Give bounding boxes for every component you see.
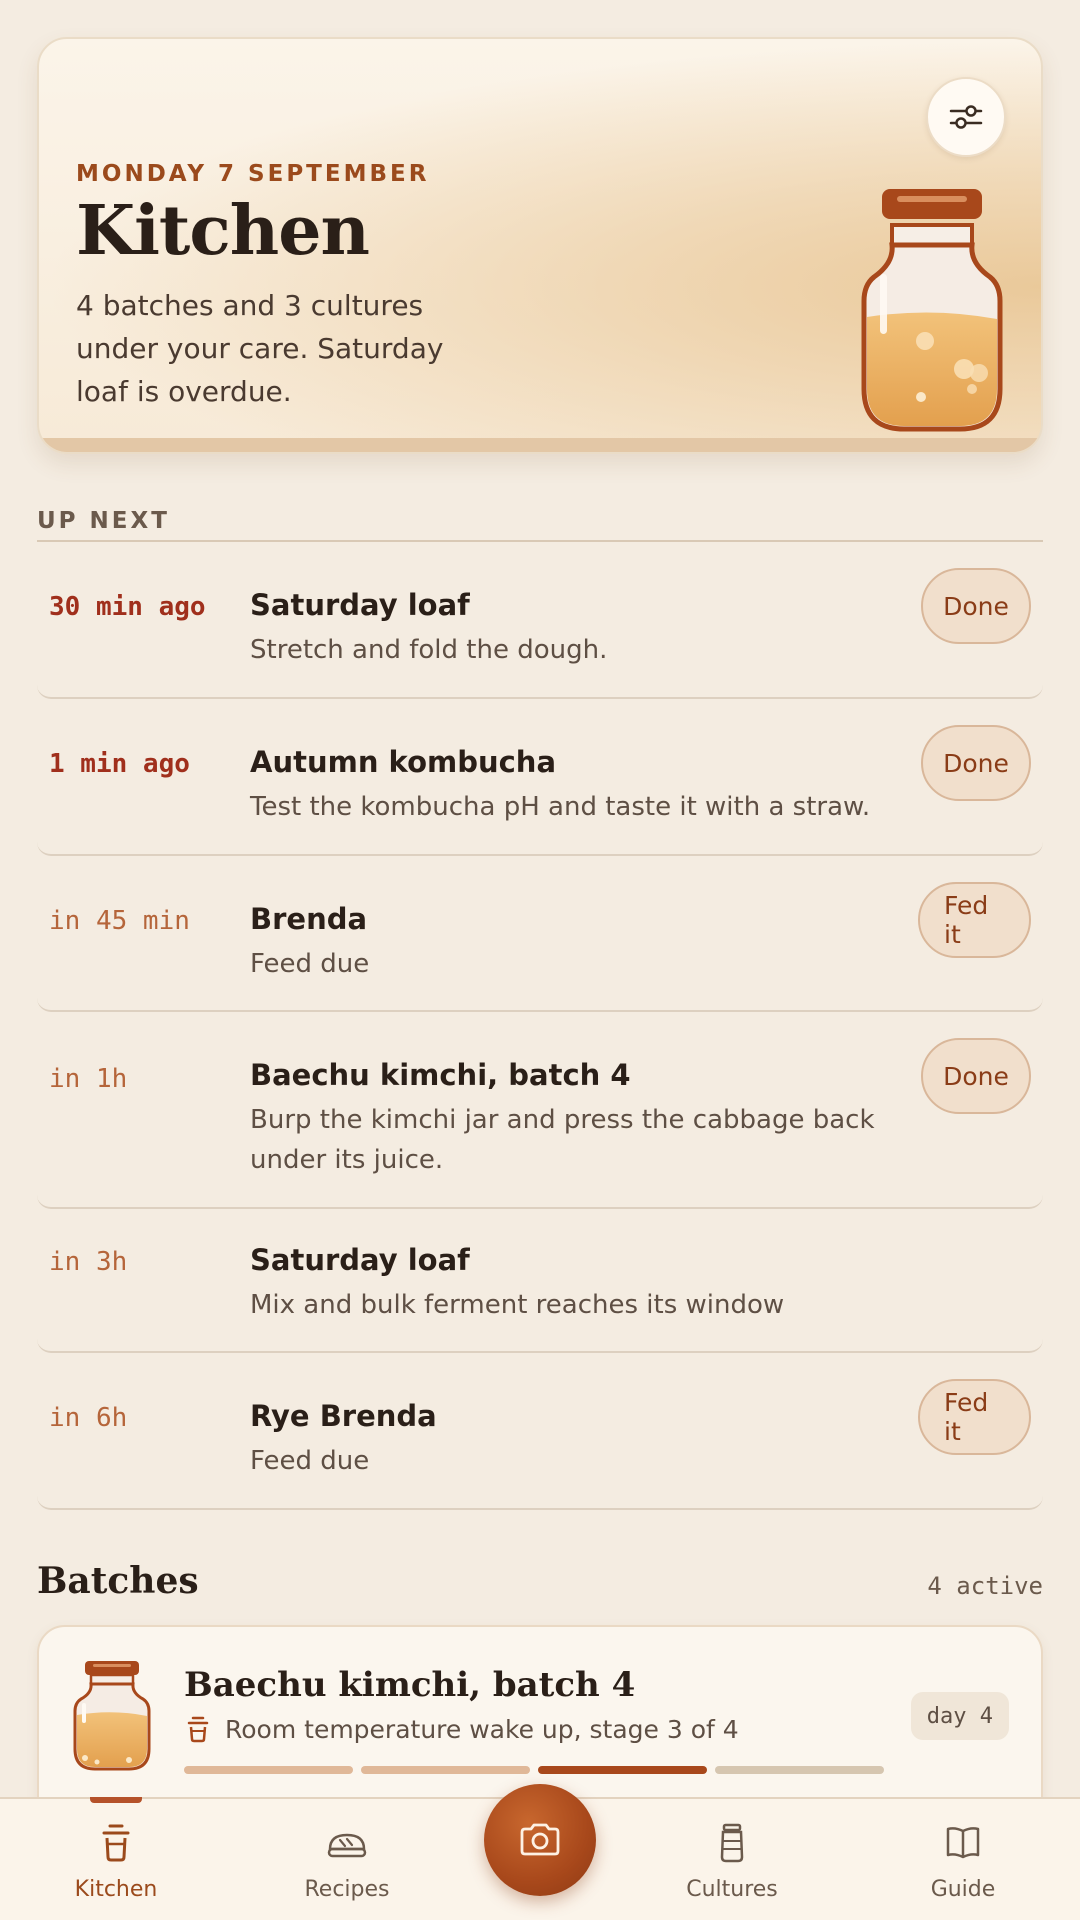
stage-segment — [184, 1766, 353, 1774]
stage-segment — [361, 1766, 530, 1774]
task-time: 1 min ago — [49, 749, 190, 779]
fermenting-jar-illustration — [861, 189, 1003, 432]
task-row[interactable]: 1 min ago Autumn kombucha Test the kombu… — [37, 699, 1043, 856]
task-description: Test the kombucha pH and taste it with a… — [250, 792, 871, 822]
batches-heading: Batches — [37, 1560, 199, 1602]
task-time: in 1h — [49, 1064, 128, 1094]
stage-segment — [538, 1766, 707, 1774]
done-button[interactable]: Done — [921, 1038, 1031, 1114]
batches-count: 4 active — [927, 1572, 1043, 1600]
batch-day-badge: day 4 — [910, 1692, 1009, 1740]
bread-icon — [327, 1833, 367, 1858]
task-time: in 3h — [49, 1247, 128, 1277]
nav-kitchen[interactable]: Kitchen — [36, 1799, 196, 1920]
done-button[interactable]: Done — [921, 725, 1031, 801]
task-title: Rye Brenda — [250, 1399, 437, 1433]
jar-cup-icon — [102, 1824, 130, 1862]
book-icon — [946, 1827, 980, 1859]
stage-segment — [715, 1766, 884, 1774]
task-description: Feed due — [250, 949, 370, 979]
task-row[interactable]: in 3h Saturday loaf Mix and bulk ferment… — [37, 1209, 1043, 1353]
camera-button[interactable] — [484, 1784, 596, 1896]
nav-guide[interactable]: Guide — [883, 1799, 1043, 1920]
task-row[interactable]: in 1h Baechu kimchi, batch 4 Burp the ki… — [37, 1012, 1043, 1209]
task-time: in 45 min — [49, 906, 190, 936]
hero-date: MONDAY 7 SEPTEMBER — [76, 161, 430, 187]
hero-shelf — [39, 438, 1041, 452]
task-title: Saturday loaf — [250, 588, 470, 622]
up-next-heading: UP NEXT — [37, 508, 170, 534]
hero-card: MONDAY 7 SEPTEMBER Kitchen 4 batches and… — [37, 37, 1043, 454]
task-row[interactable]: 30 min ago Saturday loaf Stretch and fol… — [37, 542, 1043, 699]
task-title: Brenda — [250, 902, 368, 936]
fed-it-button[interactable]: Fed it — [918, 1379, 1031, 1455]
done-button[interactable]: Done — [921, 568, 1031, 644]
task-time: in 6h — [49, 1403, 128, 1433]
nav-label: Kitchen — [74, 1877, 158, 1902]
hero-summary: 4 batches and 3 cultures under your care… — [76, 289, 444, 408]
task-row[interactable]: in 6h Rye Brenda Feed due Fed it — [37, 1353, 1043, 1510]
filter-button[interactable] — [926, 77, 1006, 157]
nav-label: Recipes — [304, 1877, 390, 1902]
batch-stage: Room temperature wake up, stage 3 of 4 — [225, 1715, 739, 1744]
nav-label: Guide — [930, 1877, 996, 1902]
kimchi-jar-icon — [73, 1661, 151, 1771]
camera-icon — [520, 1823, 560, 1856]
nav-label: Cultures — [686, 1877, 778, 1902]
task-description: Mix and bulk ferment reaches its window — [250, 1290, 785, 1320]
fed-it-button[interactable]: Fed it — [918, 882, 1031, 958]
nav-cultures[interactable]: Cultures — [652, 1799, 812, 1920]
task-title: Baechu kimchi, batch 4 — [250, 1058, 631, 1092]
task-description: Feed due — [250, 1446, 370, 1476]
batch-title: Baechu kimchi, batch 4 — [184, 1665, 636, 1705]
sliders-icon — [949, 105, 983, 129]
nav-recipes[interactable]: Recipes — [267, 1799, 427, 1920]
jar-icon — [720, 1823, 744, 1863]
task-title: Autumn kombucha — [250, 745, 557, 779]
active-tab-indicator — [90, 1797, 142, 1803]
task-time: 30 min ago — [49, 592, 206, 622]
task-row[interactable]: in 45 min Brenda Feed due Fed it — [37, 856, 1043, 1012]
task-title: Saturday loaf — [250, 1243, 470, 1277]
jar-cup-icon — [187, 1716, 209, 1743]
page-title: Kitchen — [76, 191, 370, 271]
task-description: Stretch and fold the dough. — [250, 635, 608, 665]
task-description: Burp the kimchi jar and press the cabbag… — [250, 1105, 875, 1175]
